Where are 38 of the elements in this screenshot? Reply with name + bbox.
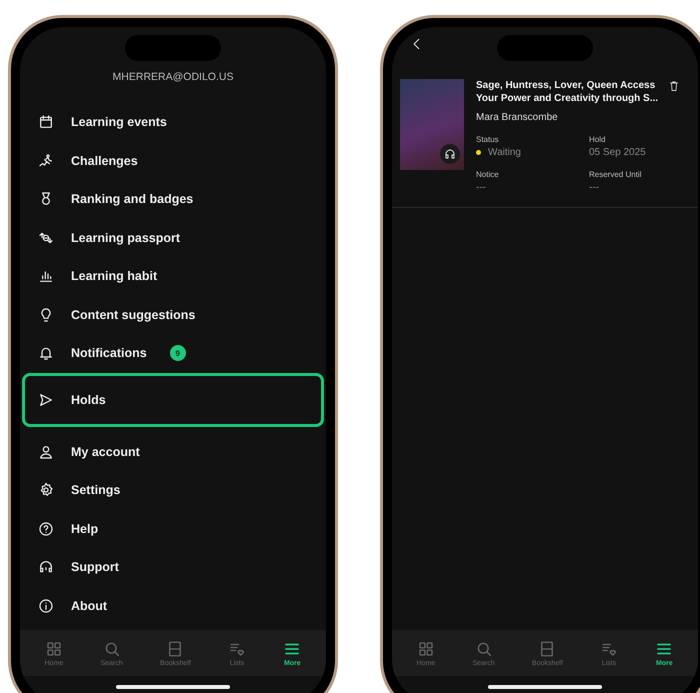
detail-label: Status <box>476 135 500 144</box>
detail-label: Hold <box>589 135 606 144</box>
detail-value: --- <box>476 182 486 193</box>
menu-label: Challenges <box>71 154 138 168</box>
menu-label: Support <box>71 560 119 574</box>
menu-item[interactable]: My account <box>20 432 326 471</box>
menu-item[interactable]: Holds <box>22 372 324 426</box>
menu-label: Settings <box>71 483 120 498</box>
book-author: Mara Branscombe <box>476 112 559 123</box>
menu-item[interactable]: Learning events <box>20 103 326 142</box>
menu-label: Notifications <box>71 346 147 360</box>
menu-item[interactable]: Learning passport <box>20 218 326 257</box>
account-email: MHERRERA@ODILO.US <box>112 71 234 83</box>
menu-label: Learning events <box>71 115 167 130</box>
detail-value: 05 Sep 2025 <box>589 147 646 158</box>
menu-item[interactable]: Content suggestions <box>20 296 326 334</box>
menu-item[interactable]: Learning habit <box>20 257 326 296</box>
menu-item[interactable]: Settings <box>20 471 326 510</box>
menu-label: Holds <box>71 392 106 406</box>
menu-item[interactable]: Support <box>20 548 326 586</box>
book-title: Sage, Huntress, Lover, Queen Access Your Power and Creativity through S... <box>476 79 660 105</box>
menu-item[interactable]: About <box>20 586 326 625</box>
detail-label: Notice <box>476 170 500 179</box>
menu-label: Ranking and badges <box>71 192 194 206</box>
detail-value: Waiting <box>488 147 521 158</box>
menu-item[interactable]: Help <box>20 510 326 548</box>
menu-label: About <box>71 598 108 613</box>
notification-badge: 9 <box>170 345 186 362</box>
detail-label: Reserved Until <box>589 170 642 179</box>
detail-value: --- <box>589 182 599 193</box>
menu-label: Content suggestions <box>71 308 196 322</box>
menu-label: Learning habit <box>71 269 158 284</box>
menu-label: Learning passport <box>71 230 180 245</box>
menu-item[interactable]: Challenges <box>20 142 326 180</box>
menu-item[interactable]: Ranking and badges <box>20 180 326 218</box>
menu-label: Help <box>71 522 98 536</box>
menu-item[interactable]: Notifications 9 <box>20 334 326 372</box>
menu-label: My account <box>71 444 140 459</box>
